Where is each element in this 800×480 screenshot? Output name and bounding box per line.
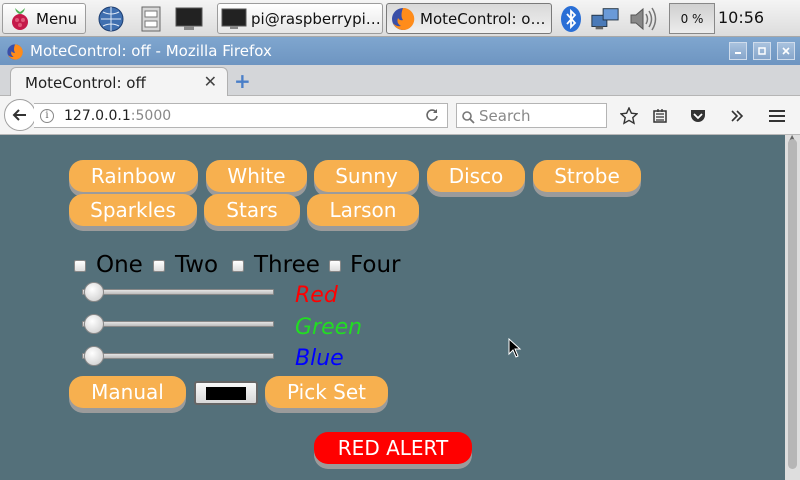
volume-icon[interactable] — [628, 4, 658, 34]
channel-one-checkbox[interactable] — [74, 260, 86, 272]
close-window-button[interactable] — [777, 42, 795, 60]
channel-three-label: Three — [254, 252, 320, 278]
bookmark-star-icon[interactable] — [618, 105, 640, 127]
manual-button[interactable]: Manual — [69, 376, 186, 408]
channel-one-label: One — [96, 252, 143, 278]
terminal-icon — [221, 8, 247, 30]
taskbar-terminal-window[interactable]: pi@raspberrypi: ... — [217, 3, 383, 34]
blue-slider-thumb[interactable] — [84, 346, 104, 366]
minimize-button[interactable] — [729, 42, 747, 60]
channel-two-label: Two — [175, 252, 219, 278]
sparkles-button[interactable]: Sparkles — [69, 194, 197, 226]
red-slider-thumb[interactable] — [84, 282, 104, 302]
taskbar-terminal-label: pi@raspberrypi: ... — [251, 9, 382, 28]
menu-button[interactable]: Menu — [2, 3, 86, 34]
window-title: MoteControl: off - Mozilla Firefox — [30, 42, 272, 60]
file-manager-icon[interactable] — [136, 4, 166, 34]
green-label: Green — [295, 315, 363, 340]
navigation-bar: i 127.0.0.1:5000 — [0, 96, 800, 135]
reload-icon[interactable] — [425, 108, 439, 126]
overflow-chevron-icon[interactable] — [726, 105, 748, 127]
tab-strip: MoteControl: off ✕ + — [0, 65, 800, 97]
pocket-icon[interactable] — [687, 105, 709, 127]
clock: 10:56 — [718, 8, 765, 27]
window-titlebar[interactable]: MoteControl: off - Mozilla Firefox — [0, 37, 800, 65]
search-icon — [462, 109, 475, 128]
search-input[interactable] — [479, 105, 603, 126]
back-button[interactable] — [4, 99, 36, 131]
reading-list-icon[interactable] — [649, 105, 671, 127]
url-text: 127.0.0.1:5000 — [64, 108, 171, 124]
vertical-scrollbar[interactable]: ▲ — [785, 133, 800, 480]
new-tab-icon[interactable]: + — [234, 69, 251, 93]
green-slider-thumb[interactable] — [84, 314, 104, 334]
tab-motecontrol[interactable]: MoteControl: off ✕ — [10, 67, 228, 97]
search-box[interactable] — [456, 103, 607, 128]
info-icon[interactable]: i — [40, 109, 54, 123]
hamburger-menu-icon[interactable] — [766, 105, 788, 127]
blue-slider[interactable] — [82, 353, 274, 359]
back-arrow-icon — [12, 109, 26, 121]
maximize-button[interactable] — [753, 42, 771, 60]
color-picker[interactable] — [194, 381, 258, 405]
cpu-monitor: 0 % — [669, 3, 715, 34]
taskbar: Menu pi@raspberrypi: ... MoteControl: of… — [0, 0, 800, 37]
firefox-icon — [390, 6, 416, 32]
close-tab-icon[interactable]: ✕ — [204, 72, 217, 91]
channel-three-checkbox[interactable] — [232, 260, 244, 272]
channel-four-label: Four — [350, 252, 401, 278]
larson-button[interactable]: Larson — [307, 194, 419, 226]
color-swatch-fill — [206, 387, 246, 400]
channel-four-checkbox[interactable] — [329, 260, 341, 272]
firefox-window-icon — [6, 43, 24, 65]
red-label: Red — [295, 283, 338, 308]
taskbar-firefox-window[interactable]: MoteControl: off ... — [386, 3, 552, 34]
green-slider[interactable] — [82, 321, 274, 327]
network-icon[interactable] — [590, 4, 620, 34]
mouse-cursor-icon — [508, 337, 522, 362]
sunny-button[interactable]: Sunny — [314, 160, 419, 192]
channel-two-checkbox[interactable] — [153, 260, 165, 272]
bluetooth-icon[interactable] — [556, 4, 586, 34]
rainbow-button[interactable]: Rainbow — [69, 160, 198, 192]
white-button[interactable]: White — [206, 160, 307, 192]
url-host: 127.0.0.1 — [64, 108, 131, 124]
scroll-thumb[interactable] — [788, 139, 797, 469]
red-alert-button[interactable]: RED ALERT — [314, 432, 472, 464]
stars-button[interactable]: Stars — [204, 194, 300, 226]
tab-title: MoteControl: off — [25, 74, 146, 92]
disco-button[interactable]: Disco — [427, 160, 525, 192]
strobe-button[interactable]: Strobe — [533, 160, 641, 192]
taskbar-firefox-label: MoteControl: off ... — [420, 9, 551, 28]
pick-set-button[interactable]: Pick Set — [265, 376, 388, 408]
url-port: :5000 — [130, 108, 172, 124]
blue-label: Blue — [295, 346, 344, 371]
terminal-launcher-icon[interactable] — [174, 4, 204, 34]
red-slider[interactable] — [82, 289, 274, 295]
raspberry-icon — [8, 6, 32, 32]
menu-label: Menu — [36, 9, 78, 28]
url-bar[interactable]: i 127.0.0.1:5000 — [34, 103, 448, 128]
web-browser-launcher-icon[interactable] — [96, 4, 126, 34]
